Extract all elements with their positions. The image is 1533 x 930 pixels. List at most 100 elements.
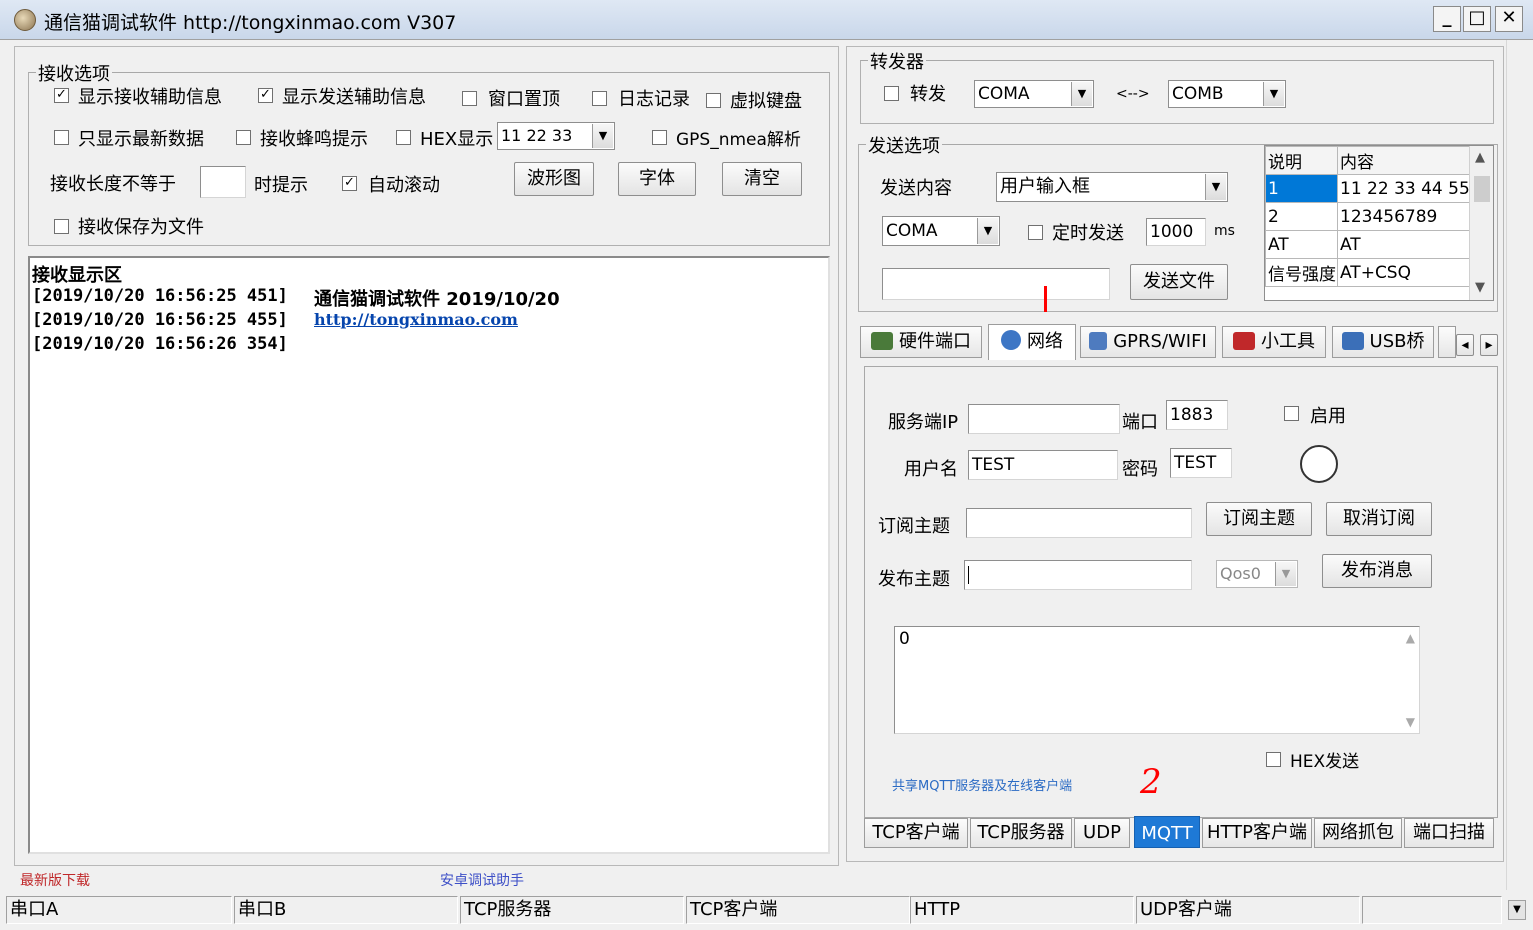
window-scrollbar[interactable]	[1506, 40, 1528, 890]
window-title: 通信猫调试软件 http://tongxinmao.com V307	[44, 12, 457, 34]
log-checkbox[interactable]	[592, 91, 607, 106]
username-input[interactable]: TEST	[968, 450, 1118, 480]
virtual-kb-checkbox[interactable]	[706, 93, 721, 108]
auto-scroll-label: 自动滚动	[368, 175, 440, 196]
forward-port-b-combo[interactable]: COMB ▼	[1168, 80, 1286, 108]
tab-network[interactable]: 网络	[988, 324, 1076, 360]
recv-length-input[interactable]	[200, 166, 246, 198]
save-file-checkbox[interactable]	[54, 219, 69, 234]
mqtt-message-text: 0	[899, 629, 910, 649]
waveform-button[interactable]: 波形图	[514, 162, 594, 196]
qos-combo[interactable]: Qos0 ▼	[1216, 560, 1298, 588]
tab-scroll-left-button[interactable]: ◂	[1456, 334, 1474, 356]
command-cell[interactable]: 11 22 33 44 55	[1337, 174, 1472, 203]
send-port-combo[interactable]: COMA ▼	[882, 216, 1000, 246]
annotation-mark	[1044, 286, 1047, 312]
show-send-info-checkbox[interactable]: ✓	[258, 88, 273, 103]
send-content-combo[interactable]: 用户输入框 ▼	[996, 172, 1228, 202]
chevron-up-icon[interactable]: ▲	[1406, 631, 1415, 645]
command-cell[interactable]: 信号强度	[1265, 258, 1338, 287]
toolbox-icon	[1233, 332, 1255, 350]
tab-scroll-right-button[interactable]: ▸	[1480, 334, 1498, 356]
tab-http-client[interactable]: HTTP客户端	[1202, 818, 1312, 848]
table-row[interactable]: 2 123456789	[1265, 202, 1472, 231]
mqtt-port-input[interactable]: 1883	[1166, 400, 1228, 430]
tab-usb-bridge[interactable]: USB桥	[1332, 326, 1434, 358]
chevron-down-icon[interactable]: ▼	[1406, 715, 1415, 729]
forward-checkbox[interactable]	[884, 86, 899, 101]
command-cell[interactable]: 123456789	[1337, 202, 1472, 231]
scrollbar-thumb[interactable]	[1474, 176, 1490, 202]
tab-partial[interactable]	[1438, 326, 1456, 358]
command-cell[interactable]: 1	[1265, 174, 1338, 203]
chevron-up-icon[interactable]: ▲	[1475, 150, 1485, 165]
android-helper-link[interactable]: 安卓调试助手	[440, 870, 524, 890]
clear-button[interactable]: 清空	[722, 162, 802, 196]
close-button[interactable]: ✕	[1495, 6, 1523, 32]
command-cell[interactable]: AT	[1265, 230, 1338, 259]
tab-tcp-client[interactable]: TCP客户端	[864, 818, 968, 848]
save-file-label: 接收保存为文件	[78, 217, 204, 238]
subscribe-button[interactable]: 订阅主题	[1206, 502, 1312, 536]
status-serial-b: 串口B	[234, 896, 458, 924]
chevron-down-icon: ▼	[1275, 562, 1296, 586]
maximize-button[interactable]: □	[1463, 6, 1491, 32]
mqtt-message-textarea[interactable]: 0 ▲ ▼	[894, 626, 1420, 734]
send-input[interactable]	[882, 268, 1110, 300]
unsubscribe-button[interactable]: 取消订阅	[1326, 502, 1432, 536]
shared-mqtt-link[interactable]: 共享MQTT服务器及在线客户端	[892, 775, 1072, 794]
font-button[interactable]: 字体	[618, 162, 696, 196]
window-top-label: 窗口置顶	[488, 89, 560, 110]
forward-port-a-combo[interactable]: COMA ▼	[974, 80, 1094, 108]
tab-gprs-wifi[interactable]: GPRS/WIFI	[1080, 326, 1216, 358]
publish-button[interactable]: 发布消息	[1322, 554, 1432, 588]
command-cell[interactable]: 2	[1265, 202, 1338, 231]
hardware-icon	[871, 332, 893, 350]
password-input[interactable]: TEST	[1170, 448, 1232, 478]
virtual-kb-label: 虚拟键盘	[730, 91, 802, 112]
show-recv-info-checkbox[interactable]: ✓	[54, 88, 69, 103]
hex-send-checkbox[interactable]	[1266, 752, 1281, 767]
command-table[interactable]: 说明 内容 1 11 22 33 44 55 2 123456789 AT AT…	[1264, 145, 1494, 301]
publish-topic-input[interactable]	[964, 560, 1192, 590]
command-table-scrollbar[interactable]: ▲ ▼	[1469, 146, 1493, 300]
recv-line-2-link[interactable]: http://tongxinmao.com	[314, 310, 518, 329]
interval-input[interactable]: 1000	[1146, 218, 1206, 246]
show-send-info-label: 显示发送辅助信息	[282, 87, 426, 108]
minimize-button[interactable]: _	[1433, 6, 1461, 32]
tab-udp[interactable]: UDP	[1074, 818, 1130, 848]
command-cell[interactable]: AT	[1337, 230, 1472, 259]
tab-port-scan[interactable]: 端口扫描	[1404, 818, 1494, 848]
size-grip-icon[interactable]: ▼	[1508, 900, 1526, 920]
send-file-button[interactable]: 发送文件	[1130, 264, 1228, 300]
command-cell[interactable]: AT+CSQ	[1337, 258, 1472, 287]
table-row[interactable]: AT AT	[1265, 230, 1472, 259]
timed-send-checkbox[interactable]	[1028, 225, 1043, 240]
command-table-header: 说明 内容	[1265, 146, 1472, 175]
auto-scroll-checkbox[interactable]: ✓	[342, 176, 357, 191]
hex-combo[interactable]: 11 22 33 ▼	[497, 122, 615, 150]
subscribe-topic-input[interactable]	[966, 508, 1192, 538]
server-ip-input[interactable]	[968, 404, 1120, 434]
beep-checkbox[interactable]	[236, 130, 251, 145]
latest-download-link[interactable]: 最新版下载	[20, 870, 90, 890]
chevron-down-icon: ▼	[1071, 82, 1092, 106]
mqtt-port-label: 端口	[1122, 412, 1158, 433]
tab-tcp-server[interactable]: TCP服务器	[970, 818, 1072, 848]
tab-label: 硬件端口	[899, 331, 971, 352]
table-row[interactable]: 信号强度 AT+CSQ	[1265, 258, 1472, 287]
chevron-down-icon: ▼	[977, 218, 998, 244]
status-tcp-server: TCP服务器	[460, 896, 684, 924]
table-row[interactable]: 1 11 22 33 44 55	[1265, 174, 1472, 203]
latest-only-checkbox[interactable]	[54, 130, 69, 145]
gps-checkbox[interactable]	[652, 130, 667, 145]
hex-show-checkbox[interactable]	[396, 130, 411, 145]
tab-hardware-port[interactable]: 硬件端口	[860, 326, 982, 358]
gps-label: GPS_nmea解析	[676, 130, 801, 150]
tab-mqtt[interactable]: MQTT	[1134, 816, 1200, 848]
tab-tools[interactable]: 小工具	[1222, 326, 1326, 358]
window-top-checkbox[interactable]	[462, 91, 477, 106]
enable-checkbox[interactable]	[1284, 406, 1299, 421]
chevron-down-icon[interactable]: ▼	[1475, 280, 1485, 295]
tab-packet-capture[interactable]: 网络抓包	[1314, 818, 1402, 848]
